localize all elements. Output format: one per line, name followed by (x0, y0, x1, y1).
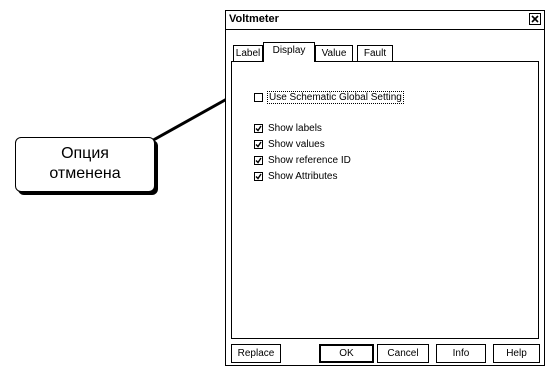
show-reference-id-option[interactable]: Show reference ID (254, 155, 351, 166)
close-icon (531, 15, 539, 23)
tab-display-label: Display (272, 45, 306, 56)
callout-line-2: отменена (49, 165, 121, 182)
cancel-button[interactable]: Cancel (377, 344, 429, 363)
voltmeter-dialog: Voltmeter Label Display Value Fault Use … (225, 10, 545, 366)
show-labels-option[interactable]: Show labels (254, 123, 322, 134)
callout-line-1: Опция (61, 145, 109, 162)
checkmark-icon (255, 141, 262, 148)
show-reference-id-label: Show reference ID (268, 155, 351, 166)
show-attributes-label: Show Attributes (268, 171, 338, 182)
replace-button[interactable]: Replace (231, 344, 281, 363)
screenshot-canvas: Опция отменена Voltmeter Label Display V… (0, 0, 548, 369)
tab-fault[interactable]: Fault (357, 45, 393, 61)
show-labels-label: Show labels (268, 123, 322, 134)
global-setting-label: Use Schematic Global Setting (267, 91, 404, 104)
info-button[interactable]: Info (436, 344, 486, 363)
tab-display[interactable]: Display (263, 42, 315, 62)
global-setting-checkbox[interactable] (254, 93, 263, 102)
checkmark-icon (255, 157, 262, 164)
tab-label[interactable]: Label (233, 45, 263, 61)
show-values-checkbox[interactable] (254, 140, 263, 149)
show-values-option[interactable]: Show values (254, 139, 325, 150)
show-reference-id-checkbox[interactable] (254, 156, 263, 165)
tab-value[interactable]: Value (315, 45, 353, 61)
show-attributes-checkbox[interactable] (254, 172, 263, 181)
checkmark-icon (255, 173, 262, 180)
display-tab-panel: Use Schematic Global Setting Show labels… (231, 61, 539, 339)
close-button[interactable] (529, 13, 541, 25)
show-labels-checkbox[interactable] (254, 124, 263, 133)
help-button[interactable]: Help (493, 344, 540, 363)
global-setting-option[interactable]: Use Schematic Global Setting (254, 91, 404, 104)
show-attributes-option[interactable]: Show Attributes (254, 171, 337, 182)
callout-box: Опция отменена (15, 137, 155, 192)
checkmark-icon (255, 125, 262, 132)
show-values-label: Show values (268, 139, 325, 150)
dialog-title: Voltmeter (229, 13, 279, 25)
ok-button[interactable]: OK (319, 344, 374, 363)
title-bar: Voltmeter (226, 11, 544, 30)
